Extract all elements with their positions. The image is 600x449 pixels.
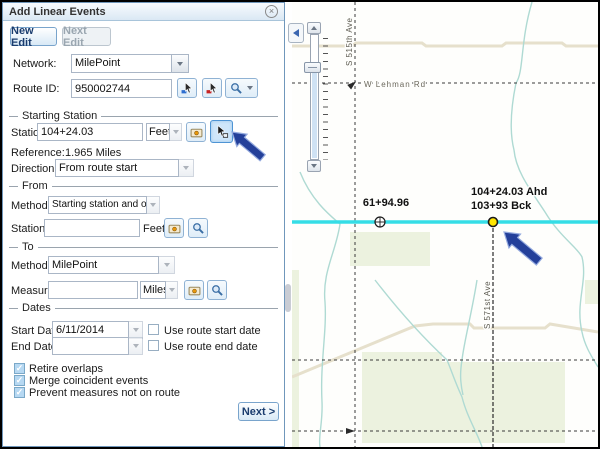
panel-header[interactable]: Add Linear Events × bbox=[3, 3, 284, 21]
next-edit-button[interactable]: Next Edit bbox=[62, 27, 111, 46]
chevron-left-icon bbox=[293, 29, 299, 37]
measure-point-icon bbox=[188, 284, 201, 297]
zoom-slider-ticks bbox=[323, 38, 328, 160]
chevron-down-icon bbox=[247, 86, 253, 90]
measure-units-caret[interactable] bbox=[165, 281, 178, 299]
network-dropdown-caret[interactable] bbox=[171, 54, 189, 73]
measure-search-button[interactable] bbox=[207, 280, 227, 300]
zoom-slider-track[interactable] bbox=[310, 34, 319, 160]
station-label-ahead: 104+24.03 Ahd bbox=[471, 186, 547, 198]
add-linear-events-panel: Add Linear Events × New Edit Next Edit N… bbox=[2, 2, 285, 447]
station-label-mid: 61+94.96 bbox=[363, 197, 409, 209]
measure-units-dropdown[interactable]: Miles bbox=[140, 281, 166, 299]
station-marker bbox=[375, 217, 385, 227]
direction-label: Direction: bbox=[11, 163, 57, 175]
measure-pick-button[interactable] bbox=[184, 280, 204, 300]
new-edit-button[interactable]: New Edit bbox=[10, 27, 57, 46]
zoom-out-button[interactable] bbox=[307, 160, 321, 172]
station-units-caret[interactable] bbox=[169, 123, 182, 141]
collapse-panel-tab[interactable] bbox=[288, 23, 304, 43]
select-route-button[interactable] bbox=[177, 78, 197, 98]
zoom-slider-handle[interactable] bbox=[304, 62, 321, 73]
network-dropdown[interactable]: MilePoint bbox=[71, 54, 172, 73]
chevron-down-icon bbox=[311, 164, 317, 168]
chevron-down-icon bbox=[164, 263, 170, 267]
from-method-label: Method: bbox=[11, 200, 51, 212]
end-date-input[interactable] bbox=[52, 337, 129, 355]
chevron-down-icon bbox=[133, 344, 139, 348]
route-id-input[interactable] bbox=[71, 79, 172, 98]
clear-selection-icon bbox=[206, 82, 219, 95]
from-station-label: Station: bbox=[11, 223, 48, 235]
station-units-dropdown[interactable]: Feet bbox=[146, 123, 170, 141]
check-icon: ✓ bbox=[16, 375, 24, 385]
use-route-end-date-checkbox[interactable] bbox=[148, 340, 159, 351]
from-measure-button[interactable] bbox=[164, 218, 184, 238]
network-label: Network: bbox=[13, 58, 56, 70]
retire-overlaps-checkbox[interactable]: ✓ bbox=[14, 363, 25, 374]
check-icon: ✓ bbox=[16, 387, 24, 397]
road-label-w-lehman: W Lehman Rd bbox=[364, 80, 426, 89]
from-method-caret[interactable] bbox=[146, 196, 160, 214]
panel-title: Add Linear Events bbox=[9, 6, 265, 18]
from-units-label: Feet bbox=[143, 223, 165, 235]
chevron-down-icon bbox=[177, 62, 183, 66]
prevent-measures-checkbox[interactable]: ✓ bbox=[14, 387, 25, 398]
callout-arrow-panel bbox=[225, 123, 283, 171]
to-method-dropdown[interactable]: MilePoint bbox=[48, 256, 159, 274]
merge-coincident-label: Merge coincident events bbox=[29, 375, 148, 387]
check-icon: ✓ bbox=[16, 363, 24, 373]
merge-coincident-checkbox[interactable]: ✓ bbox=[14, 375, 25, 386]
direction-caret[interactable] bbox=[178, 159, 194, 177]
chevron-down-icon bbox=[169, 288, 175, 292]
use-route-start-date-checkbox[interactable] bbox=[148, 324, 159, 335]
use-route-end-date-label: Use route end date bbox=[164, 341, 258, 353]
section-from: From bbox=[9, 180, 278, 192]
search-icon bbox=[192, 222, 205, 235]
selected-station-point[interactable] bbox=[489, 218, 498, 227]
zoom-in-button[interactable] bbox=[307, 22, 321, 34]
next-button[interactable]: Next > bbox=[238, 402, 279, 421]
to-method-label: Method: bbox=[11, 260, 51, 272]
station-label-back: 103+93 Bck bbox=[471, 200, 532, 212]
direction-dropdown[interactable]: From route start bbox=[55, 159, 179, 177]
section-starting-station: Starting Station bbox=[9, 110, 278, 122]
close-icon[interactable]: × bbox=[265, 5, 278, 18]
route-search-menu-button[interactable] bbox=[225, 78, 258, 98]
station-input[interactable] bbox=[37, 123, 143, 141]
chevron-up-icon bbox=[311, 26, 317, 30]
chevron-down-icon bbox=[183, 166, 189, 170]
splitter-handle[interactable] bbox=[285, 284, 291, 312]
from-search-button[interactable] bbox=[188, 218, 208, 238]
route-id-label: Route ID: bbox=[13, 83, 59, 95]
measure-point-icon bbox=[190, 126, 203, 139]
chevron-down-icon bbox=[133, 328, 139, 332]
map-canvas[interactable]: 61+94.96 104+24.03 Ahd 103+93 Bck W Lehm… bbox=[292, 2, 598, 447]
use-route-start-date-label: Use route start date bbox=[164, 325, 261, 337]
road-label-s571st: S 571st Ave bbox=[483, 281, 492, 329]
from-station-input[interactable] bbox=[44, 219, 140, 237]
to-method-caret[interactable] bbox=[158, 256, 175, 274]
end-date-caret[interactable] bbox=[128, 337, 143, 355]
clear-route-selection-button[interactable] bbox=[202, 78, 222, 98]
select-route-icon bbox=[181, 82, 194, 95]
reference-label: Reference: bbox=[11, 147, 65, 159]
chevron-down-icon bbox=[173, 130, 179, 134]
from-method-dropdown[interactable]: Starting station and offset bbox=[48, 196, 147, 214]
road-label-s515th: S 515th Ave bbox=[345, 17, 354, 66]
search-icon bbox=[230, 82, 243, 95]
search-icon bbox=[211, 284, 224, 297]
measure-combo[interactable] bbox=[48, 281, 138, 299]
retire-overlaps-label: Retire overlaps bbox=[29, 363, 103, 375]
prevent-measures-label: Prevent measures not on route bbox=[29, 387, 180, 399]
section-to: To bbox=[9, 241, 278, 253]
station-measure-button[interactable] bbox=[186, 122, 206, 142]
section-dates: Dates bbox=[9, 302, 278, 314]
measure-point-icon bbox=[168, 222, 181, 235]
reference-value: 1.965 Miles bbox=[65, 147, 121, 159]
zoom-slider-fill bbox=[312, 65, 317, 158]
chevron-down-icon bbox=[150, 203, 156, 207]
app-window: Add Linear Events × New Edit Next Edit N… bbox=[0, 0, 600, 449]
